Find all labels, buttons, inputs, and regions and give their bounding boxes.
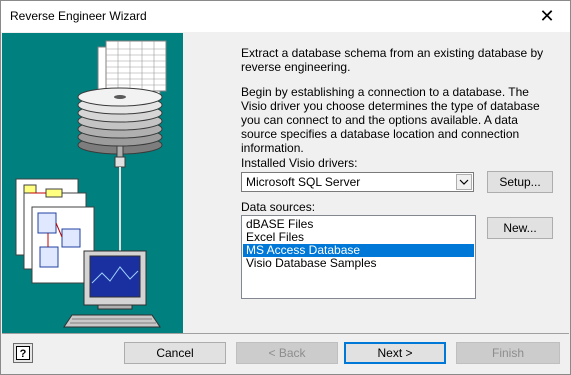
setup-button[interactable]: Setup... — [487, 171, 553, 193]
data-sources-label: Data sources: — [241, 200, 316, 214]
svg-text:?: ? — [20, 348, 27, 360]
back-button[interactable]: < Back — [236, 342, 338, 364]
next-button[interactable]: Next > — [344, 342, 446, 364]
title-bar: Reverse Engineer Wizard ✕ — [1, 1, 570, 32]
intro-paragraph-2: Begin by establishing a connection to a … — [241, 85, 540, 155]
data-sources-list[interactable]: dBASE Files Excel Files MS Access Databa… — [241, 215, 476, 299]
footer-separator — [2, 333, 569, 334]
finish-button[interactable]: Finish — [456, 342, 560, 364]
cancel-button[interactable]: Cancel — [124, 342, 226, 364]
wizard-window: Reverse Engineer Wizard ✕ Extract a data… — [0, 0, 571, 375]
help-button[interactable]: ? — [13, 343, 33, 363]
database-computer-illustration — [15, 40, 167, 328]
drivers-label: Installed Visio drivers: — [241, 156, 358, 170]
drivers-dropdown-value: Microsoft SQL Server — [246, 175, 361, 189]
diagram-pages-graphic — [15, 178, 95, 284]
window-title: Reverse Engineer Wizard — [10, 9, 147, 23]
intro-text: Extract a database schema from an existi… — [241, 46, 556, 166]
close-button[interactable]: ✕ — [524, 1, 570, 32]
help-question-icon: ? — [16, 346, 30, 360]
dropdown-button[interactable] — [456, 174, 472, 190]
new-data-source-button[interactable]: New... — [487, 217, 553, 239]
data-source-item[interactable]: Visio Database Samples — [243, 257, 474, 270]
drivers-dropdown[interactable]: Microsoft SQL Server — [241, 172, 474, 192]
intro-paragraph-1: Extract a database schema from an existi… — [241, 46, 544, 74]
disk-stack-graphic — [77, 87, 163, 159]
cable-graphic — [114, 156, 126, 255]
close-icon: ✕ — [539, 6, 555, 26]
chevron-down-icon — [459, 179, 469, 185]
wizard-illustration — [2, 33, 183, 333]
